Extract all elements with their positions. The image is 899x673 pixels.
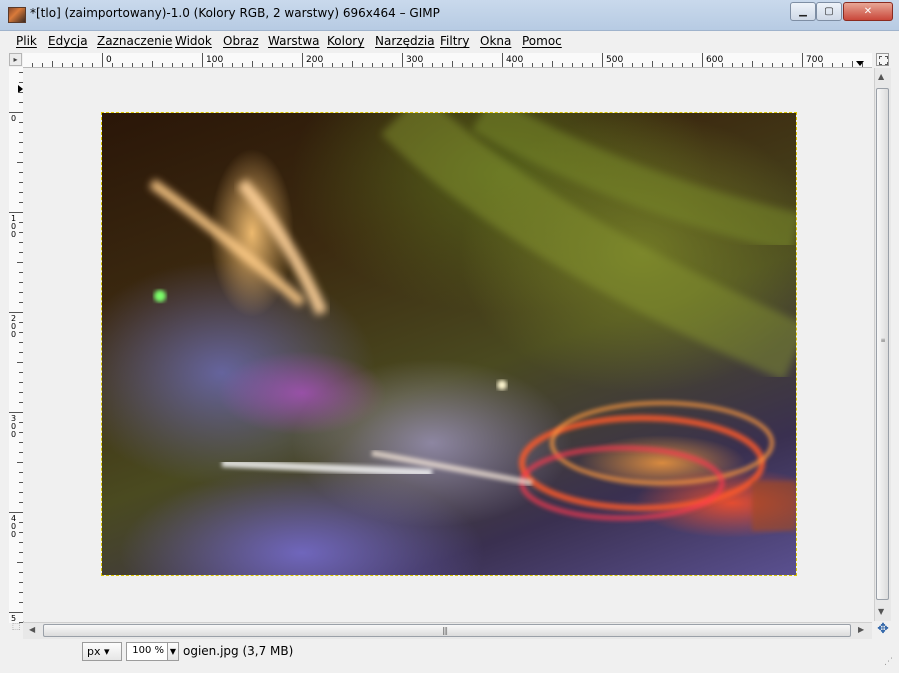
close-button[interactable]: ✕ (843, 2, 893, 21)
vertical-scroll-thumb[interactable]: ≡ (876, 88, 889, 600)
vruler-label: 0 (11, 530, 16, 539)
quick-mask-icon[interactable]: ⬚ (9, 622, 23, 638)
menu-plik[interactable]: Plik (16, 34, 37, 48)
menu-widok[interactable]: Widok (175, 34, 212, 48)
menu-pomoc[interactable]: Pomoc (522, 34, 562, 48)
menu-bar: Plik Edycja Zaznaczenie Widok Obraz Wars… (0, 31, 899, 51)
horizontal-ruler[interactable]: 0 100 200 300 400 500 600 700 (23, 53, 872, 68)
menu-arrow-icon[interactable]: ▸ (9, 53, 22, 66)
horizontal-scroll-thumb[interactable]: ||| (43, 624, 851, 637)
hruler-label: 100 (206, 55, 223, 65)
vruler-label: 0 (11, 330, 16, 339)
hruler-label: 700 (806, 55, 823, 65)
vruler-label: 0 (11, 230, 16, 239)
canvas-area[interactable] (23, 68, 872, 621)
scroll-up-icon[interactable]: ▲ (878, 72, 884, 81)
vertical-ruler-ticks: 01002003004005 (9, 72, 23, 623)
menu-warstwa[interactable]: Warstwa (268, 34, 320, 48)
menu-narzedzia[interactable]: Narzędzia (375, 34, 435, 48)
file-info: ogien.jpg (3,7 MB) (183, 644, 294, 658)
menu-edycja[interactable]: Edycja (48, 34, 88, 48)
scroll-right-icon[interactable]: ▶ (858, 625, 864, 634)
unit-select[interactable]: px ▾ (82, 642, 122, 661)
hruler-label: 400 (506, 55, 523, 65)
zoom-input[interactable]: 100 % (126, 642, 168, 661)
grip-icon: ≡ (880, 337, 886, 344)
resize-grip-icon[interactable]: ⋰ (884, 657, 893, 667)
image-layer-fireworks-photo[interactable] (101, 112, 797, 576)
navigate-icon[interactable]: ✥ (875, 622, 891, 638)
status-bar: px ▾ 100 % ▼ ogien.jpg (3,7 MB) ⋰ (0, 639, 899, 673)
minimize-button[interactable]: ▁ (790, 2, 816, 21)
menu-zaznaczenie[interactable]: Zaznaczenie (97, 34, 172, 48)
maximize-button[interactable]: ▢ (816, 2, 842, 21)
title-bar: *[tlo] (zaimportowany)-1.0 (Kolory RGB, … (0, 0, 899, 31)
gimp-image-icon (8, 7, 26, 23)
zoom-dropdown-button[interactable]: ▼ (167, 642, 179, 661)
hruler-label: 200 (306, 55, 323, 65)
unit-value: px (87, 645, 101, 658)
window-title: *[tlo] (zaimportowany)-1.0 (Kolory RGB, … (30, 6, 440, 20)
scroll-left-icon[interactable]: ◀ (29, 625, 35, 634)
vruler-label: 0 (11, 114, 16, 123)
menu-okna[interactable]: Okna (480, 34, 511, 48)
vertical-scrollbar[interactable]: ▲ ≡ ▼ (874, 68, 891, 621)
scroll-down-icon[interactable]: ▼ (878, 607, 884, 616)
hruler-label: 500 (606, 55, 623, 65)
vertical-ruler[interactable]: 01002003004005 (9, 67, 24, 623)
hruler-label: 0 (106, 55, 112, 65)
horizontal-ruler-ticks: 0 100 200 300 400 500 600 700 (32, 53, 864, 67)
menu-obraz[interactable]: Obraz (223, 34, 259, 48)
grip-icon: ||| (442, 626, 448, 635)
hruler-label: 600 (706, 55, 723, 65)
light-streaks-overlay (149, 113, 796, 531)
hruler-label: 300 (406, 55, 423, 65)
horizontal-scrollbar[interactable]: ◀ ||| ▶ (23, 622, 872, 639)
vruler-label: 0 (11, 430, 16, 439)
menu-filtry[interactable]: Filtry (440, 34, 469, 48)
menu-kolory[interactable]: Kolory (327, 34, 364, 48)
zoom-fit-icon[interactable] (876, 53, 889, 66)
